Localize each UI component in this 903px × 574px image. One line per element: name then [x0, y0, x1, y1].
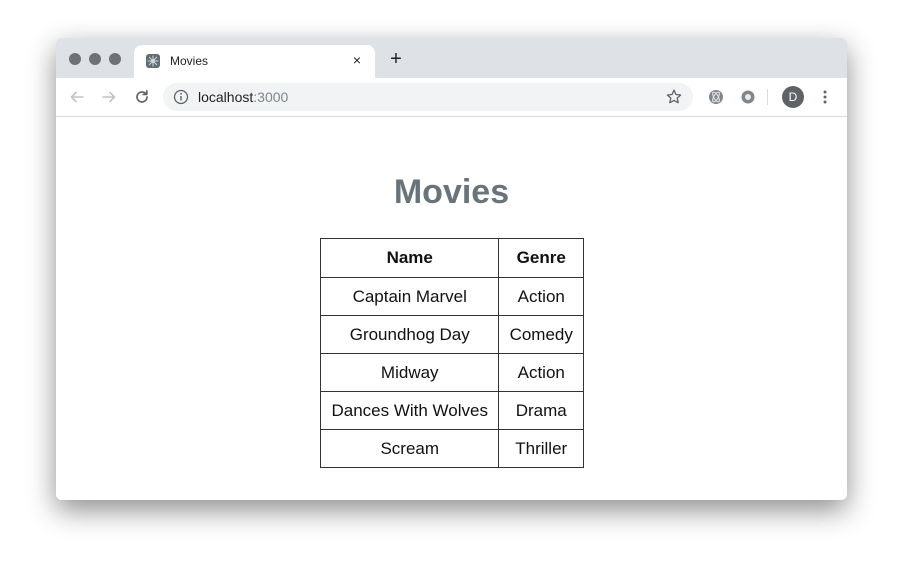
movie-name-cell: Midway	[319, 353, 500, 392]
tab-close-icon[interactable]: ×	[349, 52, 365, 68]
movie-genre-cell: Drama	[498, 391, 584, 430]
movies-table: Name Genre Captain Marvel Action Groundh…	[319, 238, 584, 468]
table-row: Scream Thriller	[319, 429, 584, 468]
browser-toolbar: localhost:3000 D	[56, 78, 847, 117]
url-text: localhost:3000	[198, 89, 288, 105]
movie-name-cell: Dances With Wolves	[319, 391, 500, 430]
tab-movies[interactable]: Movies ×	[134, 45, 375, 78]
movie-genre-cell: Comedy	[498, 315, 584, 354]
extension-icon[interactable]	[739, 88, 757, 106]
column-header-genre: Genre	[498, 238, 584, 278]
page-favicon-icon	[146, 54, 160, 68]
address-bar[interactable]: localhost:3000	[163, 83, 693, 111]
movie-genre-cell: Thriller	[498, 429, 584, 468]
table-row: Midway Action	[319, 353, 584, 392]
movie-name-cell: Groundhog Day	[319, 315, 500, 354]
toolbar-divider	[767, 89, 768, 105]
tab-strip: Movies × +	[56, 38, 847, 78]
site-info-icon[interactable]	[173, 89, 189, 105]
url-host: localhost	[198, 89, 254, 105]
page-content: Movies Name Genre Captain Marvel Action …	[56, 117, 847, 500]
bookmark-star-icon[interactable]	[665, 88, 683, 106]
movie-genre-cell: Action	[498, 277, 584, 316]
page-title: Movies	[393, 173, 510, 211]
table-row: Captain Marvel Action	[319, 277, 584, 316]
profile-avatar[interactable]: D	[782, 86, 804, 108]
extension-react-devtools-icon[interactable]	[707, 88, 725, 106]
close-window-button[interactable]	[69, 53, 81, 65]
new-tab-button[interactable]: +	[387, 49, 405, 69]
more-menu-icon[interactable]	[816, 88, 834, 106]
tab-title: Movies	[170, 54, 209, 68]
back-arrow-icon[interactable]	[68, 88, 86, 106]
table-row: Dances With Wolves Drama	[319, 391, 584, 430]
minimize-window-button[interactable]	[89, 53, 101, 65]
movie-genre-cell: Action	[498, 353, 584, 392]
table-row: Groundhog Day Comedy	[319, 315, 584, 354]
movie-name-cell: Scream	[319, 429, 500, 468]
table-header-row: Name Genre	[319, 238, 584, 278]
url-port: :3000	[253, 89, 289, 105]
reload-icon[interactable]	[133, 88, 151, 106]
movie-name-cell: Captain Marvel	[319, 277, 500, 316]
column-header-name: Name	[319, 238, 500, 278]
browser-window: Movies × + localhost:3000 D Movies Name …	[56, 38, 847, 500]
forward-arrow-icon[interactable]	[100, 88, 118, 106]
maximize-window-button[interactable]	[109, 53, 121, 65]
